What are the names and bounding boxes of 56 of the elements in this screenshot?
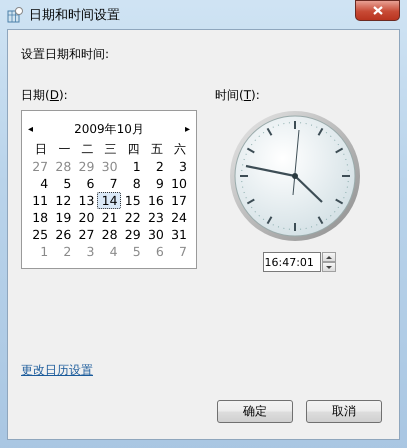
day-cell[interactable]: 20 <box>74 209 98 226</box>
calendar-clock-icon <box>7 6 23 22</box>
day-cell[interactable]: 25 <box>28 226 52 243</box>
previous-month-button[interactable]: ◂ <box>28 124 34 134</box>
day-cell[interactable]: 29 <box>120 226 144 243</box>
window-title: 日期和时间设置 <box>29 6 121 24</box>
next-month-button[interactable]: ▸ <box>184 124 190 134</box>
ok-button[interactable]: 确定 <box>217 400 293 423</box>
day-cell[interactable]: 2 <box>144 158 167 175</box>
weekday-label: 日 <box>34 141 48 158</box>
day-cell[interactable]: 30 <box>144 226 167 243</box>
time-field[interactable]: 16:47:01 <box>262 252 320 272</box>
day-cell[interactable]: 16 <box>144 192 167 209</box>
day-cell[interactable]: 4 <box>28 175 52 192</box>
weekday-label: 二 <box>80 141 94 158</box>
day-cell[interactable]: 21 <box>97 209 121 226</box>
day-cell[interactable]: 17 <box>166 192 190 209</box>
close-button[interactable] <box>355 0 400 20</box>
day-cell[interactable]: 28 <box>97 226 121 243</box>
month-title: 2009年10月 <box>74 120 144 138</box>
weekday-label: 四 <box>126 141 141 158</box>
spin-down-button[interactable] <box>322 262 336 272</box>
day-cell[interactable]: 11 <box>28 192 52 209</box>
day-cell[interactable]: 23 <box>144 209 167 226</box>
field-label: 日期(D): <box>21 87 69 104</box>
day-cell[interactable]: 9 <box>144 175 167 192</box>
day-cell[interactable]: 22 <box>120 209 144 226</box>
day-cell[interactable]: 1 <box>120 158 144 175</box>
weekday-label: 三 <box>104 141 118 158</box>
weekday-label: 一 <box>57 141 72 158</box>
day-cell[interactable]: 19 <box>51 209 74 226</box>
day-cell[interactable]: 14 <box>97 192 121 209</box>
spin-up-button[interactable] <box>322 252 336 262</box>
day-cell[interactable]: 6 <box>74 175 98 192</box>
day-cell[interactable]: 13 <box>74 192 98 209</box>
day-cell[interactable]: 24 <box>166 209 190 226</box>
close-icon <box>372 6 382 14</box>
up-arrow-icon <box>326 256 332 258</box>
day-cell[interactable]: 26 <box>51 226 74 243</box>
calendar-settings-link[interactable]: 更改日历设置 <box>21 363 93 377</box>
weekday-label: 五 <box>150 141 164 158</box>
weekday-label: 六 <box>172 141 187 158</box>
day-cell[interactable]: 10 <box>166 175 190 192</box>
day-cell[interactable]: 7 <box>97 175 121 192</box>
day-cell[interactable]: 15 <box>120 192 144 209</box>
day-cell[interactable]: 18 <box>28 209 52 226</box>
cancel-button[interactable]: 取消 <box>306 400 382 423</box>
field-label: 时间(T): <box>215 87 261 104</box>
down-arrow-icon <box>326 266 332 268</box>
day-cell[interactable]: 5 <box>51 175 74 192</box>
day-cell[interactable]: 3 <box>166 158 190 175</box>
heading-text: 设置日期和时间: <box>21 46 110 63</box>
day-cell[interactable]: 8 <box>120 175 144 192</box>
day-cell[interactable]: 27 <box>74 226 98 243</box>
day-cell[interactable]: 12 <box>51 192 74 209</box>
day-cell[interactable]: 31 <box>166 226 190 243</box>
